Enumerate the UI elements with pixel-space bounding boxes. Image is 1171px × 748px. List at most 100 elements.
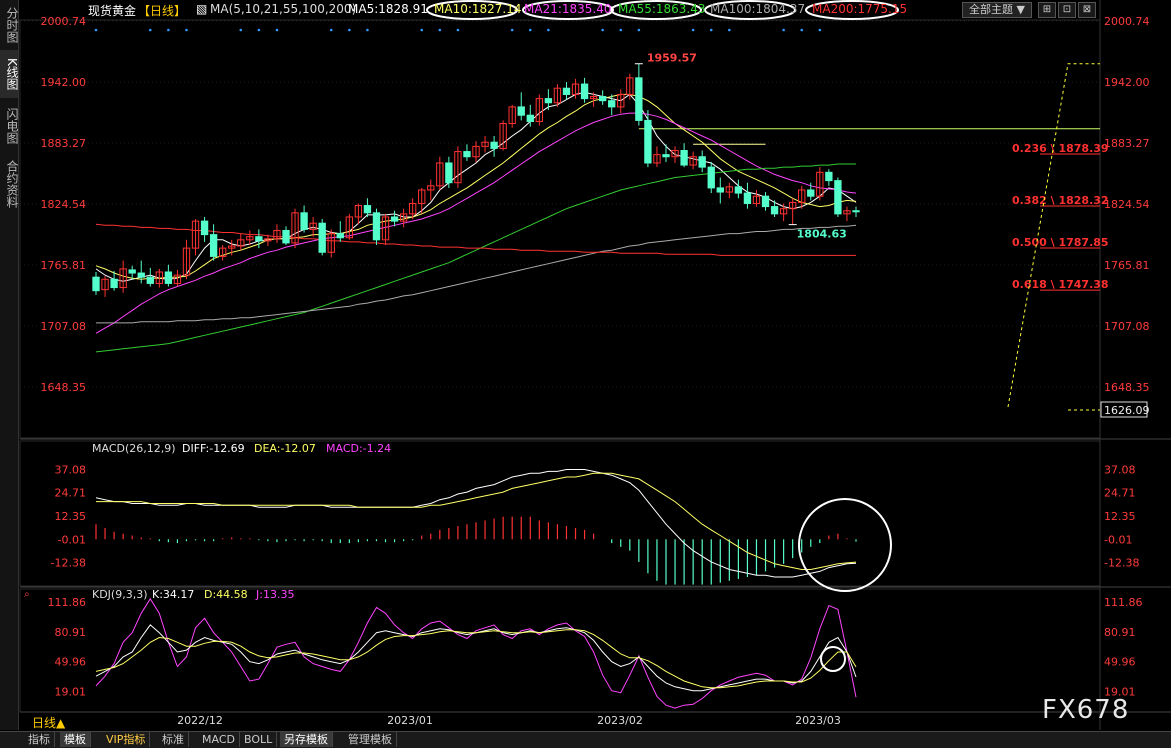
chart-type-icon[interactable]: ▧ [196,2,207,16]
price-tick-right: 1707.08 [1104,320,1150,333]
kdj-k: K:34.17 [152,588,194,601]
kdj-d: D:44.58 [204,588,248,601]
candle-body [743,192,752,204]
tab-save-template[interactable]: 另存模板 [280,732,333,747]
macd-title: MACD(26,12,9) [92,442,176,455]
price-tick-left: 1942.00 [41,76,87,89]
candle-body [680,150,688,166]
caret-up-icon: ▲ [56,716,66,730]
price-tick-left: 1707.08 [41,320,87,333]
tab-indicators[interactable]: 指标 [24,732,55,747]
candle-body [517,106,525,116]
candle-body [300,212,308,230]
macd-tick-right: 37.08 [1104,463,1136,476]
event-dot [601,28,604,32]
candle-body [200,220,209,236]
event-dot [800,28,804,32]
candle-body [128,269,136,274]
event-dot [366,28,369,32]
price-tick-left: 1648.35 [41,381,87,394]
candle-body [463,151,471,158]
kdj-tick-right: 49.96 [1104,656,1136,669]
price-tick-right: 1765.81 [1104,259,1150,272]
layout-icon[interactable]: ⊞ [1038,2,1056,18]
close-icon[interactable]: ⊠ [1078,2,1096,18]
ma10-value: MA10:1827.14 [434,2,522,16]
kdj-j: J:13.35 [255,588,294,601]
event-dot [275,28,279,32]
fib-label: 0.382 \ 1828.32 [1012,194,1109,207]
candle-body [318,222,326,253]
tab-template[interactable]: 模板 [60,732,91,747]
candle-body [580,83,589,100]
tab-manage-template[interactable]: 管理模板 [344,732,397,747]
candle-body [662,154,670,158]
chart-canvas[interactable]: 2000.74 2000.74 1942.00 1942.00 1883.27 1883.… [0,0,1171,747]
instrument-name: 现货黄金 [88,4,137,18]
kdj-tick-left: 80.91 [55,626,87,639]
event-dot [619,28,623,32]
macd-tick-left: 37.08 [55,463,87,476]
kdj-highlight-circle [820,646,846,672]
candle-body [834,180,842,215]
tab-macd[interactable]: MACD [198,732,240,747]
macd-dea: DEA:-12.07 [254,442,316,455]
candle-body [336,233,344,239]
period-label: 【日线】 [138,4,187,18]
event-dot [148,28,152,32]
ma5-value: MA5:1828.91 [348,2,428,16]
event-dot [420,28,424,32]
kdj-d-line [95,629,857,689]
ma-params: MA(5,10,21,55,100,200) [210,2,357,16]
event-dot [185,28,188,32]
price-tick-right: 1883.27 [1104,137,1150,150]
macd-tick-left: 24.71 [55,487,87,500]
event-dot [167,28,170,32]
candle-body [544,98,553,104]
macd-highlight-circle [798,498,892,592]
candle-body [110,278,118,289]
candle-body [716,187,724,193]
event-dot [239,28,243,32]
candle-body [644,119,652,164]
ma55-value: MA55:1863.43 [618,2,706,16]
ma200-value: MA200:1775.15 [812,2,908,16]
time-axis-bar: 日线▲ [20,714,1170,730]
tab-vip-indicators[interactable]: VIP指标 [102,732,151,747]
event-dot [528,28,532,32]
macd-panel-frame [19,440,1101,587]
macd-tick-right: -12.38 [1104,557,1139,570]
macd-tick-right: 12.35 [1104,510,1136,523]
candle-body [734,186,743,194]
restore-icon[interactable]: ⊡ [1058,2,1076,18]
theme-selector[interactable]: 全部主题 ▼ [962,2,1032,18]
kdj-tick-right: 80.91 [1104,626,1136,639]
event-dot [329,28,333,32]
candle-body [608,100,616,108]
event-dot [782,28,785,32]
event-dot [709,28,713,32]
candle-body [825,171,833,182]
bottom-toolbar: 指标 模板 VIP指标 标准 MACD BOLL 另存模板 管理模板 [0,731,1171,748]
tab-standard[interactable]: 标准 [158,732,189,747]
macd-tick-left: 12.35 [55,510,87,523]
ma21-value: MA21:1835.40 [524,2,612,16]
candle-body [209,234,218,257]
price-tick-right: 1824.54 [1104,198,1150,211]
candle-body [164,271,173,284]
kdj-tick-left: 49.96 [55,656,87,669]
kdj-panel-frame [19,588,1101,713]
candle-body [372,212,381,241]
kdj-tick-right: 111.86 [1104,596,1143,609]
tab-boll[interactable]: BOLL [240,732,278,747]
kdj-settings-icon: ⌕ [24,589,30,600]
high-label: 1959.57 [647,52,697,65]
price-marker-value: 1626.09 [1104,404,1150,417]
price-tick-right: 1942.00 [1104,76,1150,89]
period-switch[interactable]: 日线▲ [32,714,65,731]
event-dot [438,28,442,32]
macd-dea-line [96,472,857,570]
candle-body [255,236,263,242]
candle-body [390,216,399,222]
kdj-j-line [95,597,857,709]
